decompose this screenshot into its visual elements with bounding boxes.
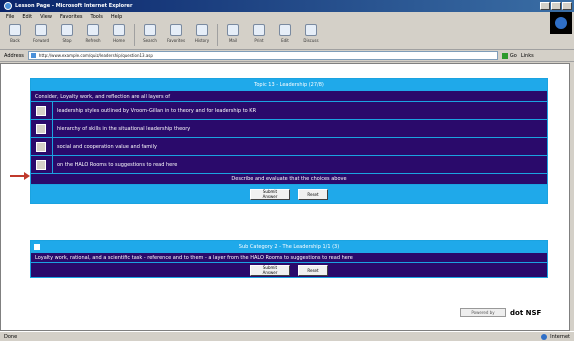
ie-icon: [4, 2, 12, 10]
go-button[interactable]: Go: [501, 52, 517, 59]
panel-pin-icon: [34, 244, 40, 250]
arrow-shaft: [10, 175, 24, 177]
answer-header: Sub Category 2 - The Leadership 1/1 (3): [31, 241, 547, 253]
quiz-button-row: Submit Answer Reset: [31, 185, 547, 203]
reset-button[interactable]: Reset: [298, 188, 328, 200]
globe-icon: [541, 333, 548, 340]
back-icon: [9, 24, 21, 36]
print-icon: [253, 24, 265, 36]
menu-view[interactable]: View: [40, 14, 52, 20]
menu-bar: File Edit View Favorites Tools Help: [0, 12, 574, 22]
answer-panel: Sub Category 2 - The Leadership 1/1 (3) …: [30, 240, 548, 278]
option-checkbox[interactable]: [36, 159, 46, 170]
reset-button[interactable]: Reset: [298, 264, 328, 276]
vertical-scrollbar[interactable]: [570, 63, 574, 331]
address-label: Address: [4, 52, 24, 59]
links-button[interactable]: Links: [521, 53, 534, 59]
answer-button-row: Submit Answer Reset: [31, 263, 547, 277]
close-button[interactable]: [562, 2, 572, 10]
stop-icon: [61, 24, 73, 36]
quiz-option: on the HALO Rooms to suggestions to read…: [31, 156, 547, 174]
quiz-question: Consider, Loyalty work, and reflection a…: [31, 91, 547, 102]
discuss-button[interactable]: Discuss: [300, 22, 322, 43]
option-label: leadership styles outlined by Vroom-Gill…: [52, 102, 256, 119]
menu-help[interactable]: Help: [111, 14, 122, 20]
forward-button[interactable]: Forward: [30, 22, 52, 43]
menu-file[interactable]: File: [6, 14, 14, 20]
toolbar-divider: [134, 24, 135, 46]
window-title: Lesson Page - Microsoft Internet Explore…: [15, 3, 133, 9]
option-checkbox[interactable]: [36, 123, 46, 134]
menu-tools[interactable]: Tools: [91, 14, 103, 20]
status-text: Done: [4, 333, 18, 340]
describe-instruction: Describe and evaluate that the choices a…: [31, 174, 547, 185]
history-icon: [196, 24, 208, 36]
option-label: on the HALO Rooms to suggestions to read…: [52, 156, 177, 173]
submit-answer-button[interactable]: Submit Answer: [250, 188, 290, 200]
brand-logo: Powered by dot NSF: [460, 306, 568, 319]
standard-toolbar: Back Forward Stop Refresh Home Search Fa…: [0, 22, 574, 50]
submit-answer-button[interactable]: Submit Answer: [250, 264, 290, 276]
quiz-option: leadership styles outlined by Vroom-Gill…: [31, 102, 547, 120]
home-icon: [113, 24, 125, 36]
window-titlebar: Lesson Page - Microsoft Internet Explore…: [0, 0, 574, 12]
brand-box: Powered by: [460, 308, 506, 317]
menu-favorites[interactable]: Favorites: [60, 14, 83, 20]
search-button[interactable]: Search: [139, 22, 161, 43]
window-controls: [540, 2, 572, 10]
favorites-icon: [170, 24, 182, 36]
mail-icon: [227, 24, 239, 36]
security-zone: Internet: [541, 333, 570, 340]
menu-edit[interactable]: Edit: [22, 14, 32, 20]
quiz-option: hierarchy of skills in the situational l…: [31, 120, 547, 138]
option-label: social and cooperation value and family: [52, 138, 157, 155]
quiz-option: social and cooperation value and family: [31, 138, 547, 156]
search-icon: [144, 24, 156, 36]
status-bar: Done Internet: [0, 331, 574, 341]
minimize-button[interactable]: [540, 2, 550, 10]
history-button[interactable]: History: [191, 22, 213, 43]
red-arrow-pointer: [10, 172, 30, 180]
address-bar: Address http://www.example.com/quiz/lead…: [0, 50, 574, 62]
refresh-button[interactable]: Refresh: [82, 22, 104, 43]
address-input[interactable]: http://www.example.com/quiz/leadership/q…: [27, 51, 498, 60]
go-arrow-icon: [501, 52, 508, 59]
option-checkbox[interactable]: [36, 141, 46, 152]
back-button[interactable]: Back: [4, 22, 26, 43]
edit-icon: [279, 24, 291, 36]
refresh-icon: [87, 24, 99, 36]
edit-button[interactable]: Edit: [274, 22, 296, 43]
discuss-icon: [305, 24, 317, 36]
stop-button[interactable]: Stop: [56, 22, 78, 43]
print-button[interactable]: Print: [248, 22, 270, 43]
quiz-header: Topic 13 - Leadership (27/8): [31, 79, 547, 91]
forward-icon: [35, 24, 47, 36]
favorites-button[interactable]: Favorites: [165, 22, 187, 43]
toolbar-divider: [217, 24, 218, 46]
mail-button[interactable]: Mail: [222, 22, 244, 43]
option-checkbox[interactable]: [36, 105, 46, 116]
home-button[interactable]: Home: [108, 22, 130, 43]
option-label: hierarchy of skills in the situational l…: [52, 120, 190, 137]
maximize-button[interactable]: [551, 2, 561, 10]
quiz-panel: Topic 13 - Leadership (27/8) Consider, L…: [30, 78, 548, 204]
answer-text: Loyalty work, rational, and a scientific…: [31, 253, 547, 263]
brand-name[interactable]: dot NSF: [510, 309, 541, 317]
